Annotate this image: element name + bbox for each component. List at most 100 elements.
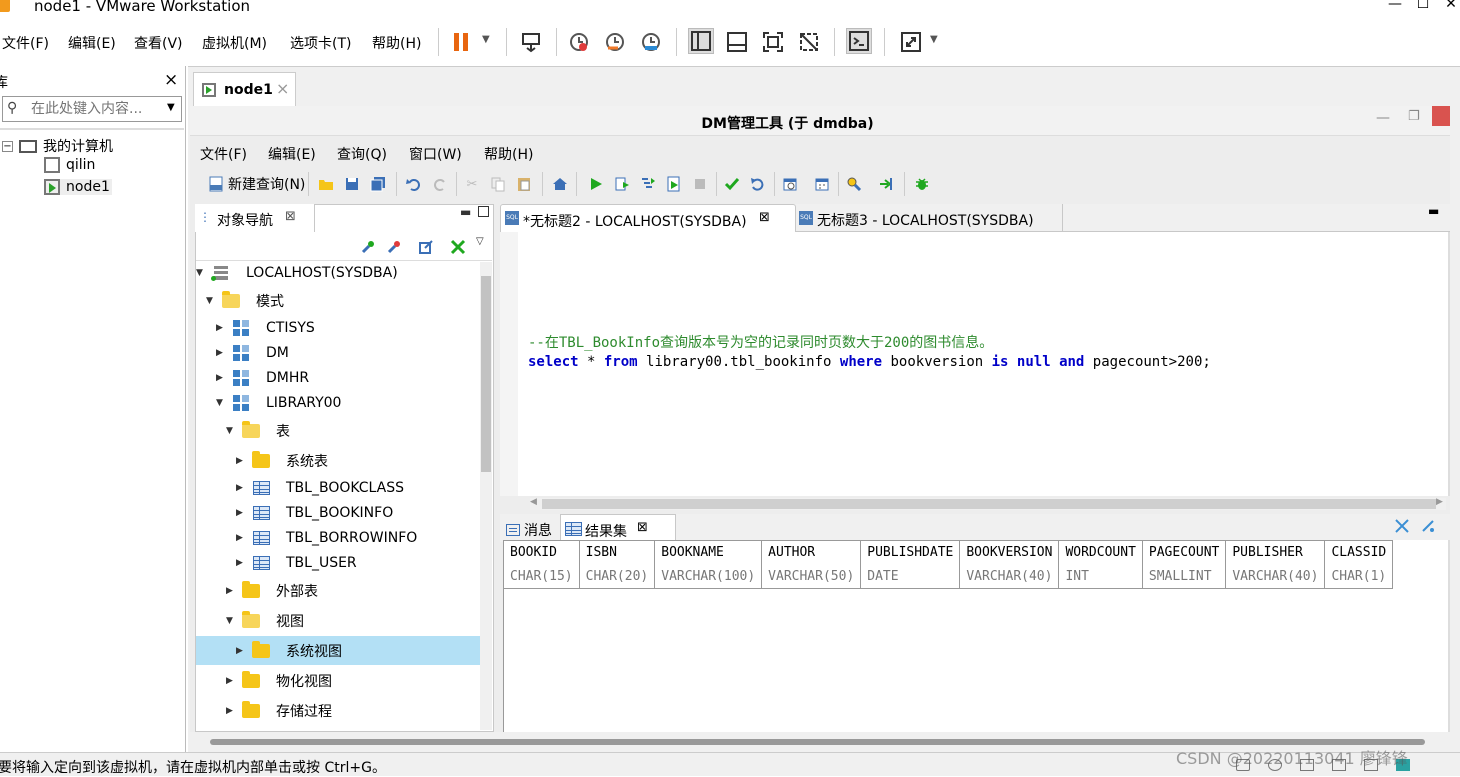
- collapsed-icon[interactable]: ▶: [216, 348, 230, 358]
- minimize-button[interactable]: —: [1380, 0, 1410, 12]
- sql-editor[interactable]: --在TBL_BookInfo查询版本号为空的记录同时页数大于200的图书信息。…: [500, 232, 1448, 496]
- new-query-button[interactable]: 新建查询(N): [206, 174, 305, 194]
- vm-tab-node1[interactable]: node1 ×: [193, 72, 296, 108]
- expanded-icon[interactable]: ▼: [226, 616, 240, 626]
- collapsed-icon[interactable]: ▶: [236, 558, 250, 568]
- rollback-icon[interactable]: [748, 174, 768, 194]
- show-library-icon[interactable]: [688, 28, 714, 54]
- tree-schemas[interactable]: ▼ 模式: [206, 290, 284, 312]
- maximize-button[interactable]: ☐: [1408, 0, 1438, 12]
- redo-icon[interactable]: [430, 174, 450, 194]
- editor-minimize-button[interactable]: ▬: [1428, 204, 1439, 218]
- collapsed-icon[interactable]: ▶: [226, 676, 240, 686]
- tree-procedures[interactable]: ▶ 存储过程: [226, 700, 332, 722]
- navigator-minimize-button[interactable]: ▬: [460, 205, 471, 219]
- paste-icon[interactable]: [514, 174, 534, 194]
- dm-close-button[interactable]: [1432, 106, 1450, 126]
- settings-icon[interactable]: [1418, 516, 1438, 536]
- dm-menu-help[interactable]: 帮助(H): [484, 144, 533, 164]
- tree-materialized-views[interactable]: ▶ 物化视图: [226, 670, 332, 692]
- tab-messages[interactable]: 消息: [506, 520, 552, 540]
- commit-icon[interactable]: [722, 174, 742, 194]
- undo-icon[interactable]: [404, 174, 424, 194]
- close-button[interactable]: ✕: [1436, 0, 1460, 12]
- dm-menu-file[interactable]: 文件(F): [200, 144, 247, 164]
- column-header[interactable]: BOOKID: [503, 540, 580, 565]
- dm-menu-query[interactable]: 查询(Q): [337, 144, 387, 164]
- dm-restore-button[interactable]: ❐: [1408, 109, 1420, 124]
- calendar-icon[interactable]: [812, 174, 832, 194]
- chevron-down-icon[interactable]: ▼: [930, 34, 938, 45]
- snapshot-icon[interactable]: [566, 29, 592, 55]
- send-ctrl-alt-del-icon[interactable]: [518, 29, 544, 55]
- expanded-icon[interactable]: ▼: [196, 268, 210, 278]
- column-header[interactable]: PUBLISHDATE: [860, 540, 961, 565]
- tree-table-bookinfo[interactable]: ▶ TBL_BOOKINFO: [236, 502, 393, 524]
- tree-table-user[interactable]: ▶ TBL_USER: [236, 552, 357, 574]
- scrollbar-thumb[interactable]: [481, 276, 491, 472]
- collapsed-icon[interactable]: ▶: [236, 533, 250, 543]
- scroll-right-icon[interactable]: ▶: [1436, 497, 1443, 507]
- expanded-icon[interactable]: ▼: [216, 398, 230, 408]
- menu-file[interactable]: 文件(F): [2, 33, 49, 53]
- dm-menu-edit[interactable]: 编辑(E): [268, 144, 316, 164]
- chevron-down-icon[interactable]: ▽: [476, 236, 484, 247]
- migrate-icon[interactable]: [876, 174, 896, 194]
- expanded-icon[interactable]: ▼: [226, 426, 240, 436]
- cut-icon[interactable]: ✂: [462, 174, 482, 194]
- tab-query-2[interactable]: SQL *无标题2 - LOCALHOST(SYSDBA) ⊠: [500, 204, 796, 233]
- navigator-tab-close-button[interactable]: ⊠: [285, 209, 296, 224]
- vm-tab-close-button[interactable]: ×: [276, 79, 289, 98]
- column-header[interactable]: BOOKNAME: [654, 540, 763, 565]
- collapsed-icon[interactable]: ▶: [236, 508, 250, 518]
- collapsed-icon[interactable]: ▶: [226, 706, 240, 716]
- tree-schema-library00[interactable]: ▼ LIBRARY00: [216, 392, 341, 414]
- tree-external-tables[interactable]: ▶ 外部表: [226, 580, 318, 602]
- thumbnail-bar-icon[interactable]: [724, 29, 750, 55]
- expanded-icon[interactable]: ▼: [206, 296, 220, 306]
- tab-close-button[interactable]: ⊠: [759, 210, 770, 225]
- unity-icon[interactable]: [796, 29, 822, 55]
- scroll-left-icon[interactable]: ◀: [530, 497, 537, 507]
- menu-tabs[interactable]: 选项卡(T): [290, 33, 351, 53]
- dm-menu-window[interactable]: 窗口(W): [409, 144, 462, 164]
- library-search[interactable]: ⚲ ▼: [2, 96, 182, 122]
- snapshot-manager-icon[interactable]: [638, 29, 664, 55]
- stretch-guest-icon[interactable]: [898, 29, 924, 55]
- tree-my-computer[interactable]: − 我的计算机: [2, 136, 113, 156]
- collapsed-icon[interactable]: ▶: [236, 483, 250, 493]
- tree-connection[interactable]: ▼ LOCALHOST(SYSDBA): [196, 262, 398, 284]
- collapsed-icon[interactable]: ▶: [226, 586, 240, 596]
- menu-view[interactable]: 查看(V): [134, 33, 183, 53]
- result-table[interactable]: BOOKID ISBN BOOKNAME AUTHOR PUBLISHDATE BOOKV…: [503, 540, 1394, 589]
- home-icon[interactable]: [550, 174, 570, 194]
- tree-table-bookclass[interactable]: ▶ TBL_BOOKCLASS: [236, 477, 404, 499]
- tab-close-button[interactable]: ⊠: [637, 520, 648, 535]
- navigator-maximize-button[interactable]: [478, 206, 489, 217]
- tree-tables[interactable]: ▼ 表: [226, 420, 290, 442]
- column-header[interactable]: PUBLISHER: [1225, 540, 1326, 565]
- menu-help[interactable]: 帮助(H): [372, 33, 421, 53]
- expand-all-icon[interactable]: [448, 237, 468, 257]
- tree-table-borrowinfo[interactable]: ▶ TBL_BORROWINFO: [236, 527, 417, 549]
- full-screen-icon[interactable]: [760, 29, 786, 55]
- library-search-input[interactable]: [31, 99, 163, 119]
- debug-icon[interactable]: [912, 174, 932, 194]
- schedule-icon[interactable]: [780, 174, 800, 194]
- navigator-vertical-scrollbar[interactable]: [480, 262, 492, 730]
- tab-object-navigator[interactable]: ⋮ 对象导航 ⊠: [195, 204, 315, 232]
- scrollbar-thumb[interactable]: [542, 499, 1436, 509]
- explain-plan-icon[interactable]: [638, 174, 658, 194]
- tree-schema-dmhr[interactable]: ▶ DMHR: [216, 367, 309, 389]
- collapse-icon[interactable]: −: [2, 140, 13, 152]
- tree-schema-dm[interactable]: ▶ DM: [216, 342, 289, 364]
- find-icon[interactable]: [844, 174, 864, 194]
- stop-icon[interactable]: [690, 174, 710, 194]
- collapsed-icon[interactable]: ▶: [236, 456, 250, 466]
- open-folder-icon[interactable]: [316, 174, 336, 194]
- menu-edit[interactable]: 编辑(E): [68, 33, 116, 53]
- chevron-down-icon[interactable]: ▼: [167, 102, 175, 113]
- library-close-button[interactable]: ×: [164, 70, 178, 90]
- dm-minimize-button[interactable]: —: [1376, 110, 1390, 126]
- tab-result-set[interactable]: 结果集 ⊠: [560, 514, 676, 542]
